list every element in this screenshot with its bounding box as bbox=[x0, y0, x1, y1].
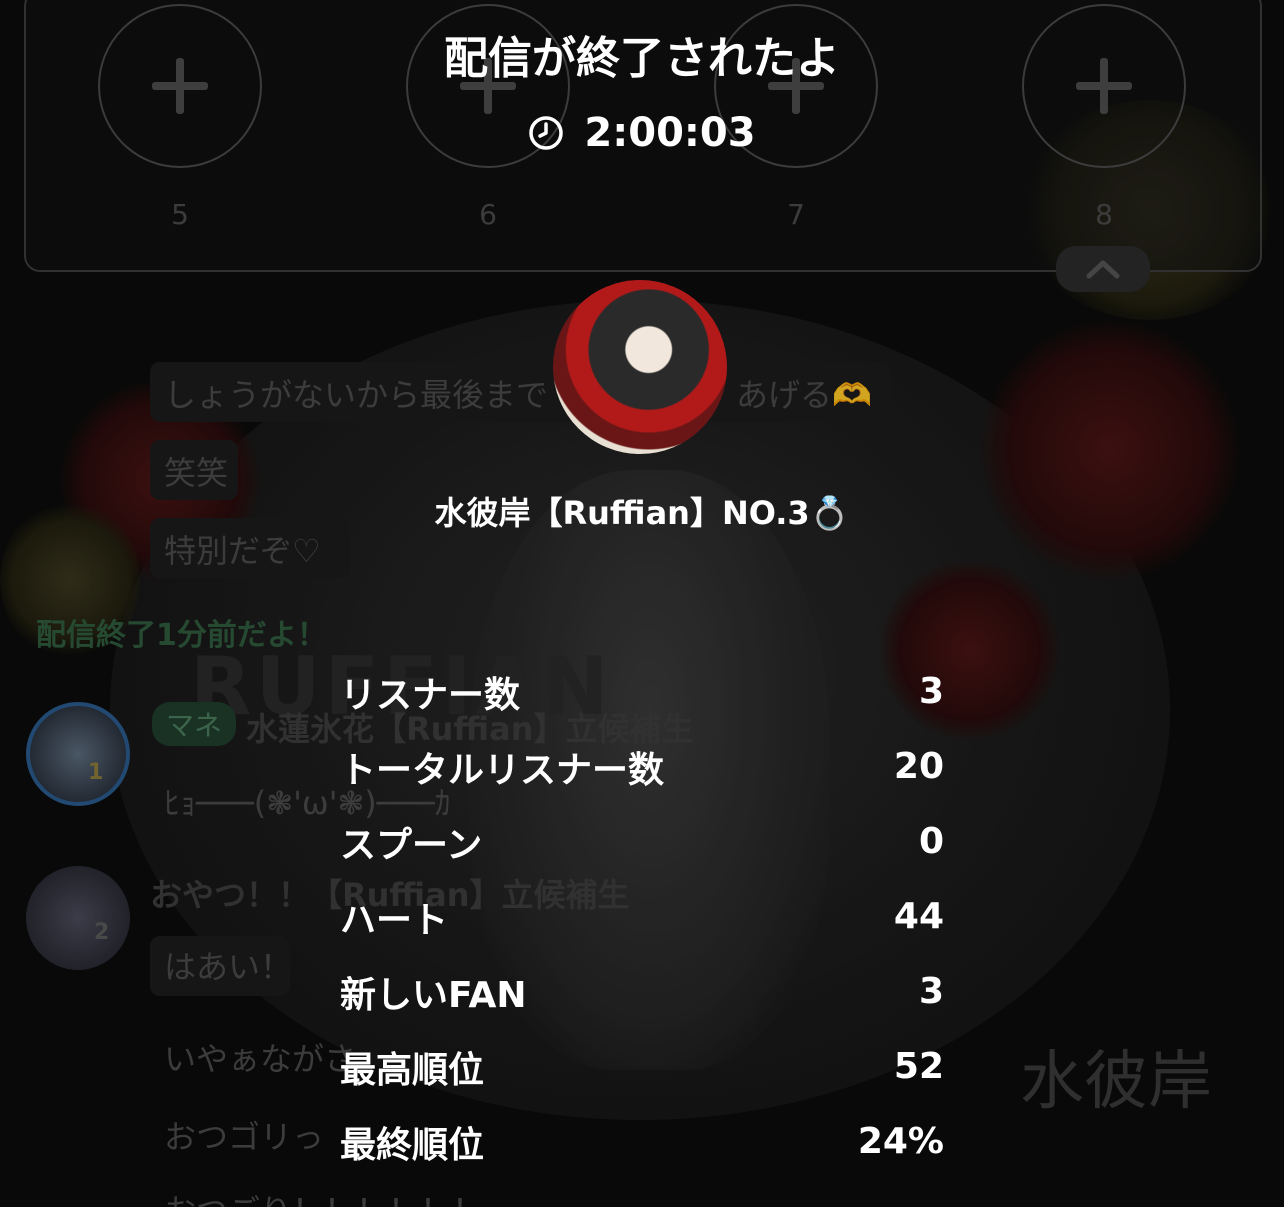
stat-row-final-rank: 最終順位 24% bbox=[340, 1104, 944, 1179]
stat-value: 0 bbox=[918, 821, 944, 862]
stat-value: 44 bbox=[893, 896, 944, 937]
stat-label: 最終順位 bbox=[340, 1124, 485, 1166]
stat-value: 20 bbox=[893, 746, 944, 787]
stat-row-hearts: ハート 44 bbox=[340, 879, 944, 954]
stat-value: 52 bbox=[893, 1046, 944, 1087]
host-name: 水彼岸【Ruffian】NO.3💍 bbox=[434, 494, 850, 532]
stat-value: 3 bbox=[918, 971, 944, 1012]
stat-value: 3 bbox=[918, 671, 944, 712]
duration-text: 2:00:03 bbox=[584, 110, 756, 156]
end-title: 配信が終了されたよ bbox=[444, 33, 840, 84]
stat-label: ハート bbox=[340, 899, 449, 941]
broadcast-end-overlay: 配信が終了されたよ 2:00:03 水彼岸【Ruffian】NO.3💍 リスナー… bbox=[0, 0, 1284, 1207]
host-avatar bbox=[553, 280, 727, 454]
stat-row-listeners: リスナー数 3 bbox=[340, 654, 944, 729]
stats-list: リスナー数 3 トータルリスナー数 20 スプーン 0 ハート 44 新しいFA… bbox=[340, 654, 944, 1179]
stat-label: トータルリスナー数 bbox=[340, 749, 665, 791]
duration-display: 2:00:03 bbox=[0, 110, 1284, 156]
stat-row-total-listeners: トータルリスナー数 20 bbox=[340, 729, 944, 804]
stat-label: スプーン bbox=[340, 824, 483, 866]
stat-label: 新しいFAN bbox=[340, 974, 527, 1016]
stat-value: 24% bbox=[857, 1121, 944, 1162]
stat-label: リスナー数 bbox=[340, 674, 521, 716]
stat-row-new-fans: 新しいFAN 3 bbox=[340, 954, 944, 1029]
stat-label: 最高順位 bbox=[340, 1049, 485, 1091]
stat-row-spoons: スプーン 0 bbox=[340, 804, 944, 879]
stat-row-best-rank: 最高順位 52 bbox=[340, 1029, 944, 1104]
clock-icon bbox=[529, 116, 564, 150]
